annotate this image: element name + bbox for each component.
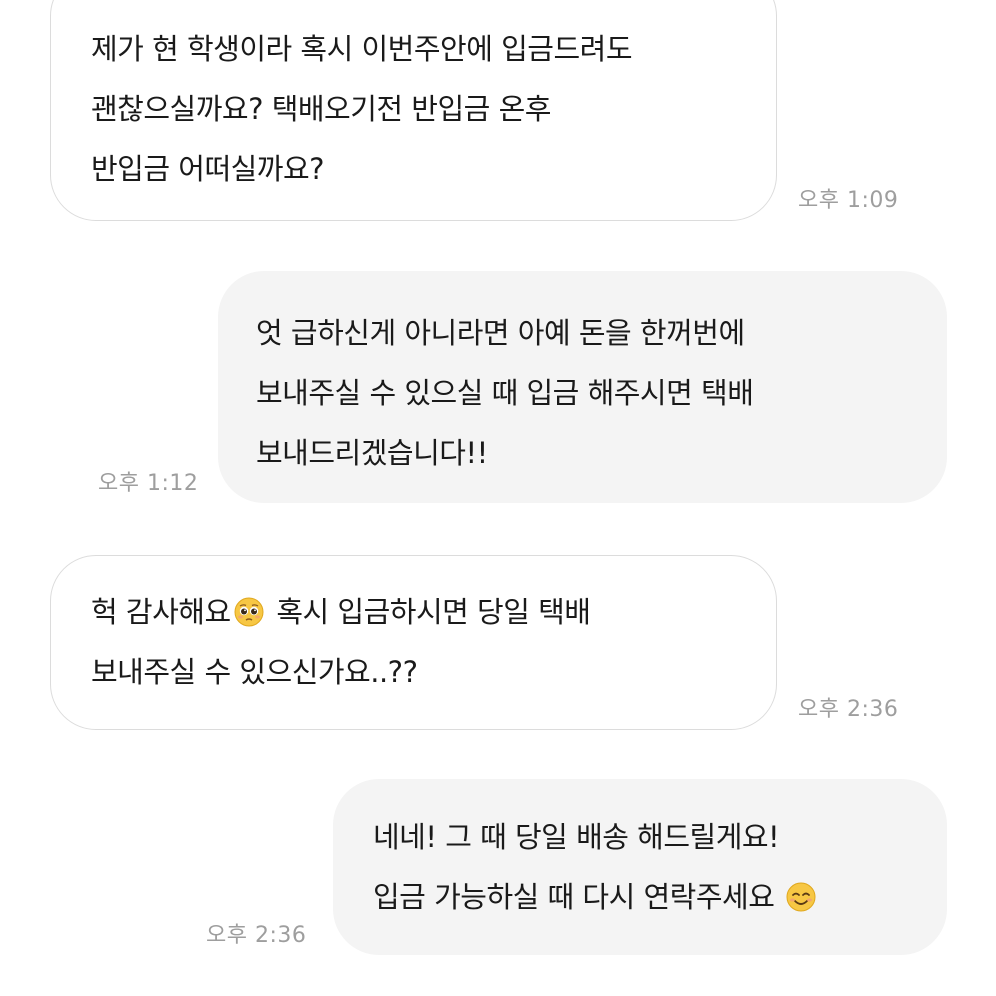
smiling-face-emoji — [786, 882, 816, 912]
message-text-segment: 혹시 입금하시면 당일 택배 — [267, 595, 591, 629]
message-text-segment: 헉 감사해요 — [91, 595, 231, 629]
message-text-line: 보내주실 수 있으신가요..?? — [91, 655, 418, 689]
pleading-face-emoji — [234, 597, 264, 627]
message-timestamp: 오후 1:09 — [798, 188, 899, 213]
message-text-line: 네네! 그 때 당일 배송 해드릴게요! — [373, 820, 780, 854]
message-text-line: 입금 가능하실 때 다시 연락주세요 — [373, 867, 917, 927]
message-bubble-incoming: 헉 감사해요 혹시 입금하시면 당일 택배 보내주실 수 있으신가요..?? — [50, 555, 777, 730]
message-text-line: 괜찮으실까요? 택배오기전 반입금 온후 — [91, 92, 551, 126]
message-timestamp: 오후 2:36 — [798, 697, 899, 722]
message-bubble-outgoing: 네네! 그 때 당일 배송 해드릴게요! 입금 가능하실 때 다시 연락주세요 — [333, 779, 947, 955]
message-text-line: 엇 급하신게 아니라면 아예 돈을 한꺼번에 — [256, 316, 745, 350]
message-text-line: 보내주실 수 있으실 때 입금 해주시면 택배 — [256, 376, 754, 410]
message-bubble-incoming: 제가 현 학생이라 혹시 이번주안에 입금드려도 괜찮으실까요? 택배오기전 반… — [50, 0, 777, 221]
message-timestamp: 오후 1:12 — [98, 471, 199, 496]
message-bubble-outgoing: 엇 급하신게 아니라면 아예 돈을 한꺼번에 보내주실 수 있으실 때 입금 해… — [218, 271, 947, 503]
message-text-line: 반입금 어떠실까요? — [91, 152, 325, 186]
message-text-segment: 입금 가능하실 때 다시 연락주세요 — [373, 880, 784, 914]
message-text-line: 제가 현 학생이라 혹시 이번주안에 입금드려도 — [91, 32, 633, 66]
message-timestamp: 오후 2:36 — [206, 923, 307, 948]
message-text-line: 보내드리겠습니다!! — [256, 436, 488, 470]
message-text-line: 헉 감사해요 혹시 입금하시면 당일 택배 — [91, 582, 746, 642]
